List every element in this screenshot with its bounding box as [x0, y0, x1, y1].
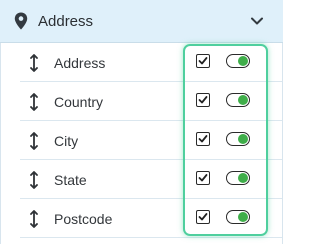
field-checkbox[interactable] [196, 171, 210, 185]
toggle-knob [238, 212, 248, 222]
section-title: Address [38, 13, 94, 30]
drag-handle-icon[interactable] [30, 210, 38, 228]
field-label: Address [54, 55, 106, 71]
drag-handle-icon[interactable] [30, 54, 38, 72]
field-list: Address Country City State Postcode [0, 43, 284, 244]
field-label: State [54, 172, 87, 188]
drag-handle-icon[interactable] [30, 93, 38, 111]
field-checkbox[interactable] [196, 132, 210, 146]
field-checkbox[interactable] [196, 54, 210, 68]
field-toggle[interactable] [226, 54, 250, 68]
chevron-down-icon[interactable] [250, 14, 264, 28]
field-label: Country [54, 94, 104, 110]
field-toggle[interactable] [226, 171, 250, 185]
field-row-city: City [20, 121, 282, 160]
field-label: Postcode [54, 211, 113, 227]
field-row-address: Address [20, 43, 282, 82]
drag-handle-icon[interactable] [30, 132, 38, 150]
toggle-knob [238, 134, 248, 144]
field-toggle[interactable] [226, 93, 250, 107]
map-pin-icon [14, 12, 28, 30]
field-label: City [54, 133, 79, 149]
toggle-knob [238, 56, 248, 66]
field-toggle[interactable] [226, 132, 250, 146]
drag-handle-icon[interactable] [30, 171, 38, 189]
address-field-panel: Address Address Country City State Postc… [0, 0, 284, 244]
toggle-knob [238, 173, 248, 183]
field-checkbox[interactable] [196, 210, 210, 224]
toggle-knob [238, 95, 248, 105]
field-row-state: State [20, 160, 282, 199]
field-checkbox[interactable] [196, 93, 210, 107]
field-row-postcode: Postcode [20, 199, 282, 238]
field-row-country: Country [20, 82, 282, 121]
field-toggle[interactable] [226, 210, 250, 224]
section-header[interactable]: Address [0, 0, 283, 43]
